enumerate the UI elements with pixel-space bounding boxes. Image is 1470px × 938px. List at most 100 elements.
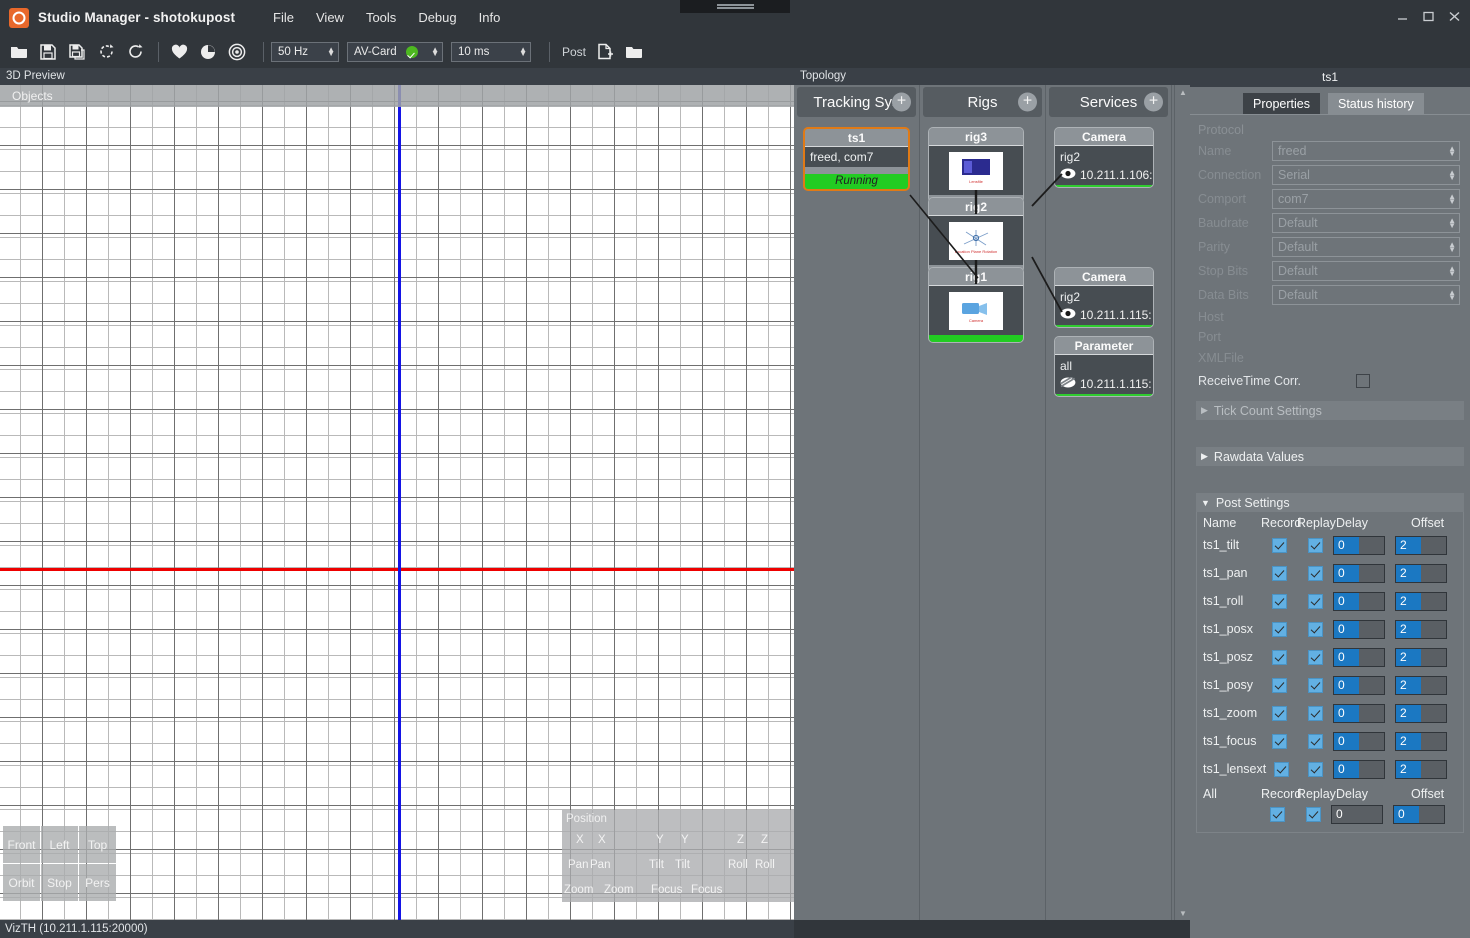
view-top-button[interactable]: Top	[79, 826, 116, 863]
minimize-icon[interactable]	[1395, 9, 1410, 24]
delay-field[interactable]: 0	[1333, 563, 1385, 583]
maximize-icon[interactable]	[1421, 9, 1436, 24]
delay-value: 0	[1338, 565, 1345, 580]
delay-field[interactable]: 0	[1333, 647, 1385, 667]
tab-properties[interactable]: Properties	[1243, 93, 1320, 115]
record-checkbox[interactable]	[1271, 733, 1287, 749]
add-rig-icon[interactable]: +	[1018, 92, 1037, 112]
name-select[interactable]: freed ▲ ▼	[1272, 141, 1460, 161]
receive-time-checkbox[interactable]	[1356, 374, 1370, 388]
refresh-ccw-icon[interactable]	[93, 39, 119, 65]
record-checkbox[interactable]	[1271, 565, 1287, 581]
menu-debug[interactable]: Debug	[407, 8, 467, 27]
collapser-tick-count-settings[interactable]: ▶ Tick Count Settings	[1196, 401, 1464, 420]
node-service-parameter[interactable]: Parameter all 10.211.1.115:	[1054, 336, 1154, 397]
record-checkbox[interactable]	[1271, 705, 1287, 721]
add-service-icon[interactable]: +	[1144, 92, 1163, 112]
record-checkbox[interactable]	[1273, 761, 1289, 777]
menu-view[interactable]: View	[305, 8, 355, 27]
replay-checkbox[interactable]	[1307, 761, 1323, 777]
replay-checkbox[interactable]	[1307, 649, 1323, 665]
all-delay-field[interactable]: 0	[1331, 804, 1383, 824]
menu-tools[interactable]: Tools	[355, 8, 407, 27]
status-bar: VizTH (10.211.1.115:20000)	[0, 920, 794, 938]
node-rig1[interactable]: rig1 Camera	[928, 267, 1024, 343]
close-icon[interactable]	[1447, 9, 1462, 24]
add-tracking-sys-icon[interactable]: +	[892, 92, 911, 112]
offset-field[interactable]: 2	[1395, 647, 1447, 667]
delay-field[interactable]: 0	[1333, 759, 1385, 779]
device-select[interactable]: AV-Card ▲ ▼	[347, 41, 443, 62]
replay-checkbox[interactable]	[1307, 733, 1323, 749]
offset-field[interactable]: 2	[1395, 563, 1447, 583]
node-rig3[interactable]: rig3 Lensfile	[928, 127, 1024, 203]
record-checkbox[interactable]	[1271, 677, 1287, 693]
open-folder-icon[interactable]	[6, 39, 32, 65]
scroll-down-icon[interactable]: ▼	[1175, 906, 1191, 920]
topology-scrollbar[interactable]: ▲ ▼	[1174, 85, 1190, 920]
menu-info[interactable]: Info	[468, 8, 512, 27]
view-front-button[interactable]: Front	[3, 826, 40, 863]
save-icon[interactable]	[35, 39, 61, 65]
save-as-icon[interactable]	[64, 39, 90, 65]
offset-field[interactable]: 2	[1395, 535, 1447, 555]
stop-bits-select[interactable]: Default ▲ ▼	[1272, 261, 1460, 281]
window-drag-handle[interactable]	[680, 0, 790, 13]
view-pers-button[interactable]: Pers	[79, 864, 116, 901]
node-ts1[interactable]: ts1 freed, com7 Running	[803, 127, 910, 191]
replay-checkbox[interactable]	[1307, 621, 1323, 637]
all-replay-checkbox[interactable]	[1305, 806, 1321, 822]
delay-value: 0	[1338, 649, 1345, 664]
replay-checkbox[interactable]	[1307, 565, 1323, 581]
replay-checkbox[interactable]	[1307, 677, 1323, 693]
offset-field[interactable]: 2	[1395, 759, 1447, 779]
latency-select[interactable]: 10 ms ▲ ▼	[451, 41, 531, 62]
replay-checkbox[interactable]	[1307, 537, 1323, 553]
view-orbit-button[interactable]: Orbit	[3, 864, 40, 901]
view-stop-button[interactable]: Stop	[41, 864, 78, 901]
tab-status-history[interactable]: Status history	[1328, 93, 1424, 115]
delay-field[interactable]: 0	[1333, 619, 1385, 639]
offset-field[interactable]: 2	[1395, 619, 1447, 639]
record-checkbox[interactable]	[1271, 593, 1287, 609]
record-checkbox[interactable]	[1271, 537, 1287, 553]
menu-file[interactable]: File	[262, 8, 305, 27]
heart-icon[interactable]	[166, 39, 192, 65]
3d-viewport[interactable]	[0, 85, 794, 920]
delay-field[interactable]: 0	[1333, 591, 1385, 611]
offset-field[interactable]: 2	[1395, 675, 1447, 695]
collapser-rawdata-values[interactable]: ▶ Rawdata Values	[1196, 447, 1464, 466]
scroll-up-icon[interactable]: ▲	[1175, 85, 1191, 99]
pie-clock-icon[interactable]	[195, 39, 221, 65]
objects-bar[interactable]: Objects	[0, 85, 794, 107]
offset-field[interactable]: 2	[1395, 703, 1447, 723]
connection-select[interactable]: Serial ▲ ▼	[1272, 165, 1460, 185]
node-service-camera-1[interactable]: Camera rig2 10.211.1.106:	[1054, 127, 1154, 188]
replay-checkbox[interactable]	[1307, 705, 1323, 721]
refresh-cw-icon[interactable]	[122, 39, 148, 65]
target-icon[interactable]	[224, 39, 250, 65]
new-document-icon[interactable]	[592, 39, 618, 65]
all-offset-field[interactable]: 0	[1393, 804, 1445, 824]
record-checkbox[interactable]	[1271, 649, 1287, 665]
delay-field[interactable]: 0	[1333, 703, 1385, 723]
replay-checkbox[interactable]	[1307, 593, 1323, 609]
record-checkbox[interactable]	[1271, 621, 1287, 637]
parity-select[interactable]: Default ▲ ▼	[1272, 237, 1460, 257]
offset-field[interactable]: 2	[1395, 731, 1447, 751]
collapser-post-settings[interactable]: ▼ Post Settings	[1196, 493, 1464, 512]
delay-field[interactable]: 0	[1333, 535, 1385, 555]
node-service-camera-2[interactable]: Camera rig2 10.211.1.115:	[1054, 267, 1154, 328]
frequency-select[interactable]: 50 Hz ▲ ▼	[271, 41, 339, 62]
offset-field[interactable]: 2	[1395, 591, 1447, 611]
view-left-button[interactable]: Left	[41, 826, 78, 863]
comport-select[interactable]: com7 ▲ ▼	[1272, 189, 1460, 209]
delay-field[interactable]: 0	[1333, 675, 1385, 695]
data-bits-select[interactable]: Default ▲ ▼	[1272, 285, 1460, 305]
baudrate-select[interactable]: Default ▲ ▼	[1272, 213, 1460, 233]
chevron-down-icon: ▼	[1201, 497, 1210, 508]
node-rig2[interactable]: rig2 Location Plane Rotation	[928, 197, 1024, 273]
delay-field[interactable]: 0	[1333, 731, 1385, 751]
all-record-checkbox[interactable]	[1269, 806, 1285, 822]
open-folder-post-icon[interactable]	[621, 39, 647, 65]
